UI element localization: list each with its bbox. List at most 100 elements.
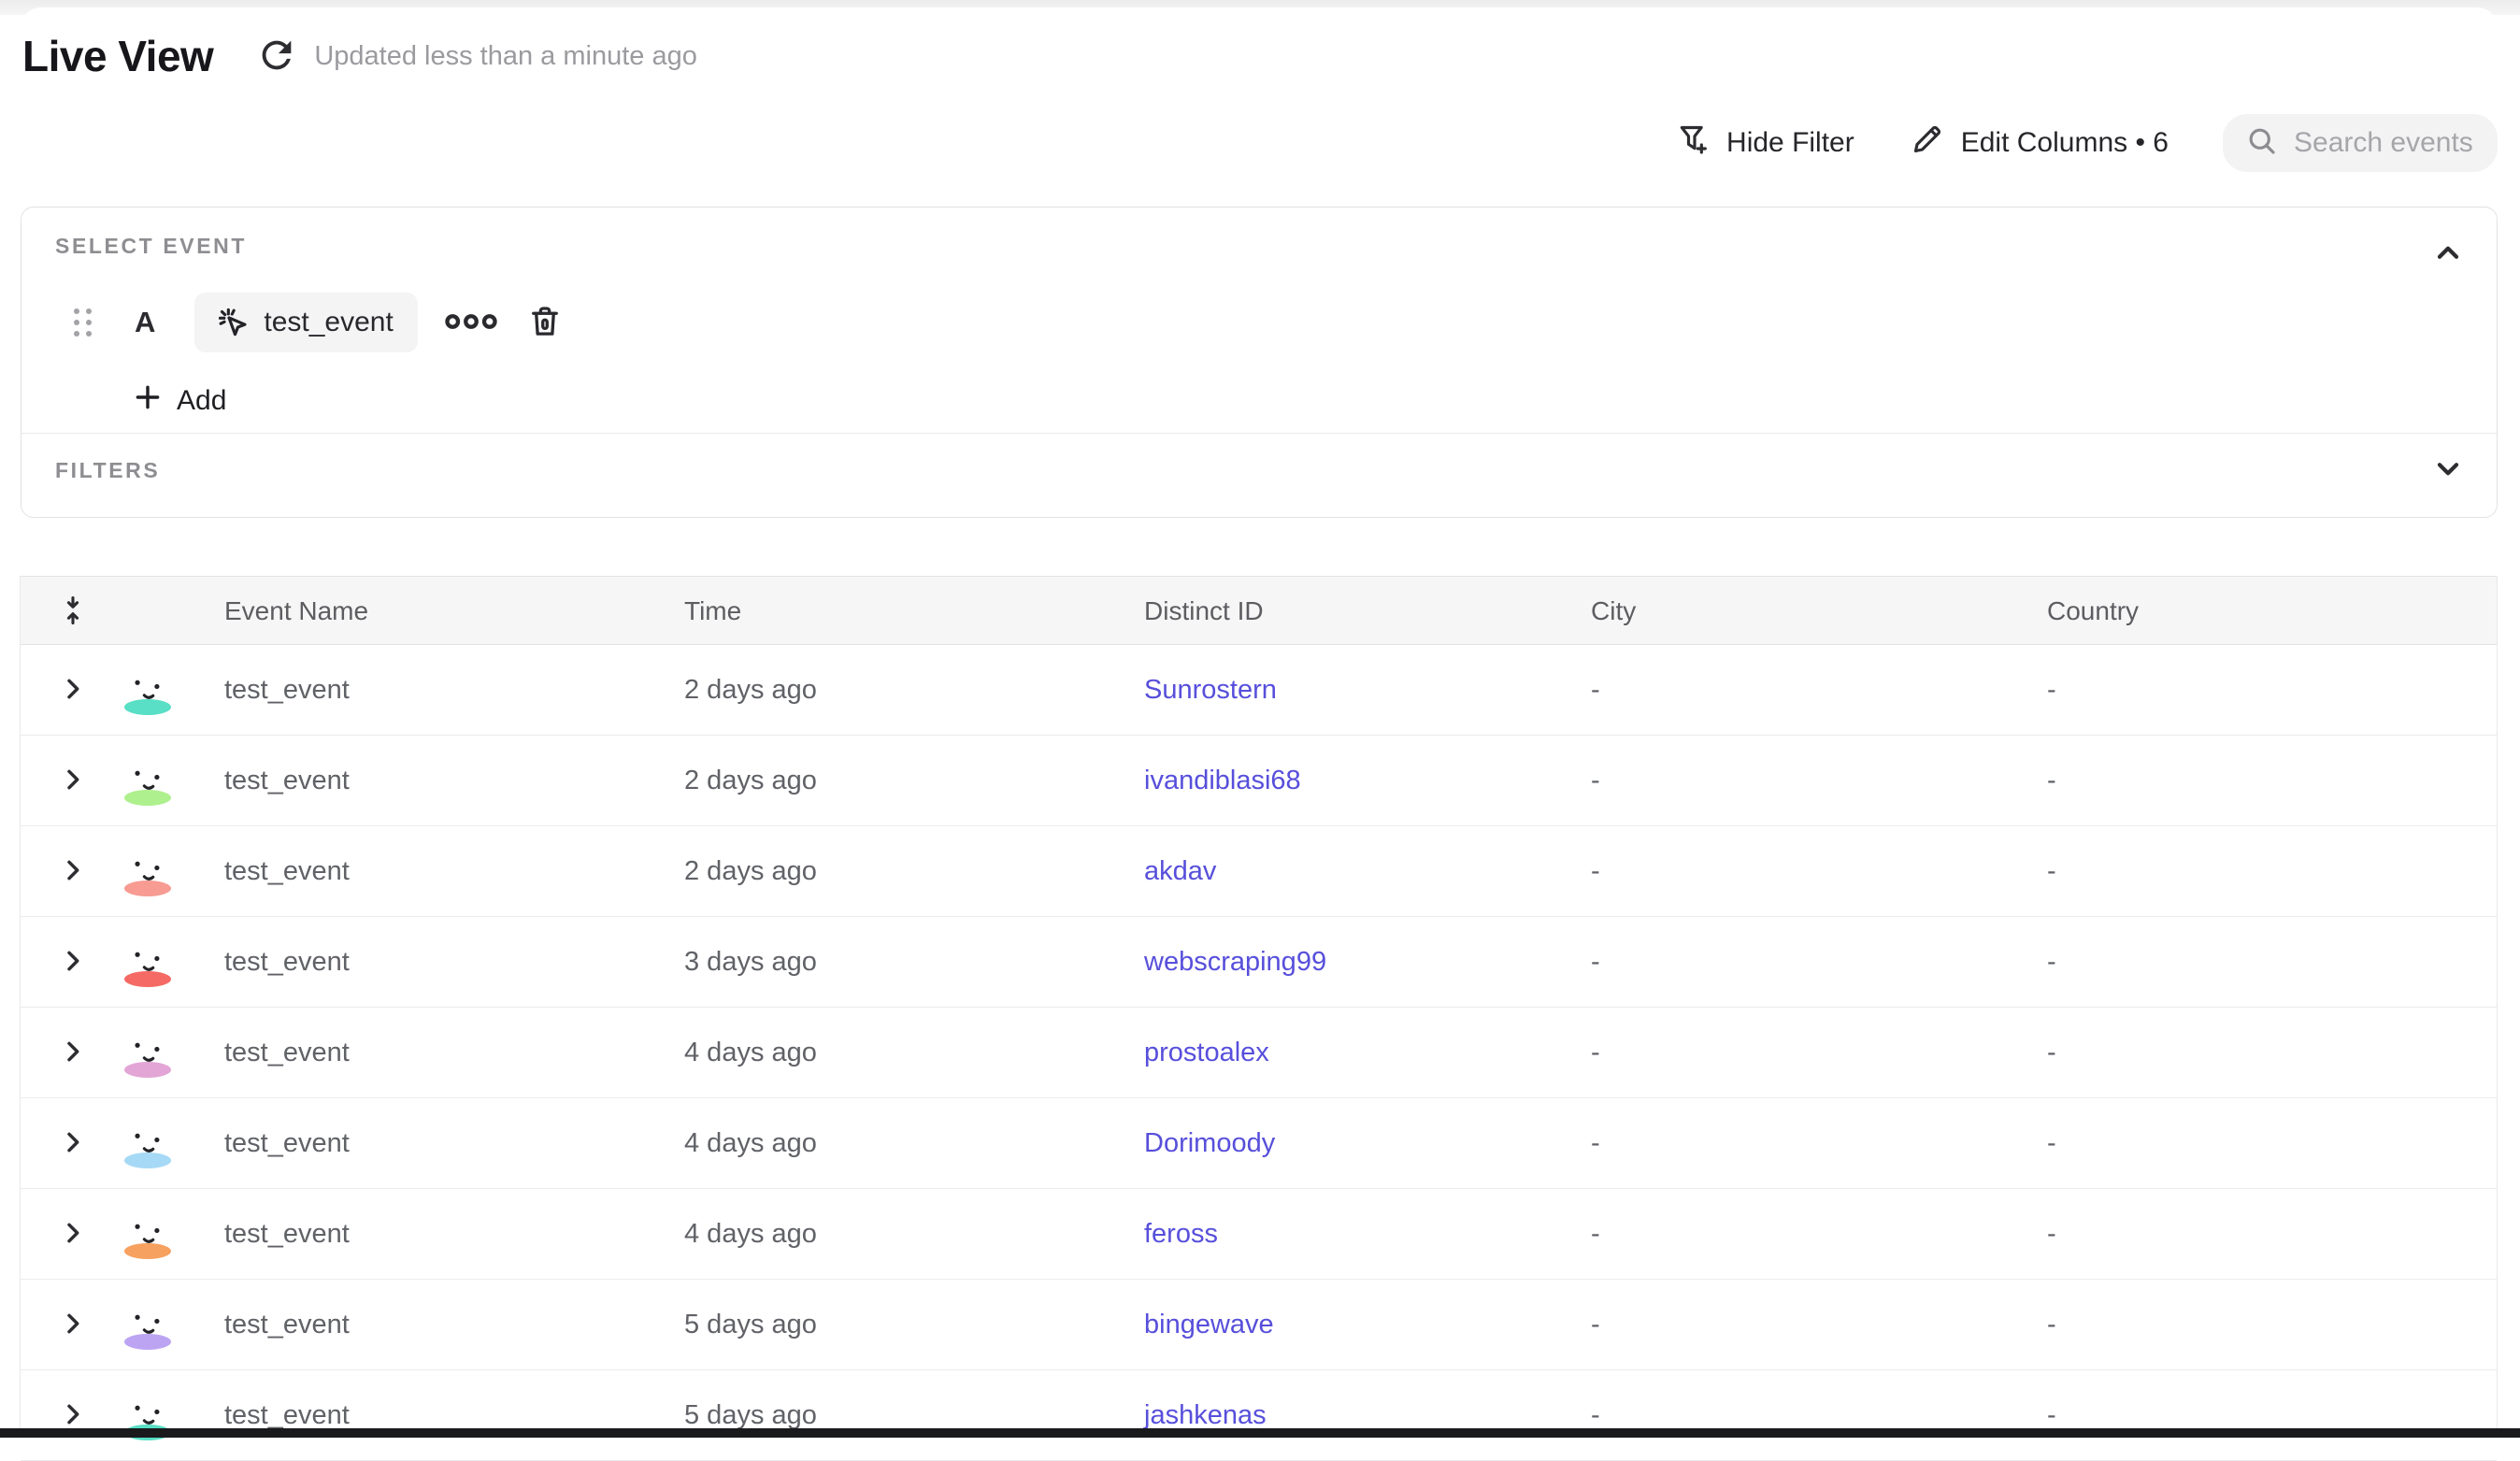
chevron-right-icon: [58, 1037, 88, 1069]
city-cell: -: [1591, 1219, 2047, 1250]
column-time: Time: [684, 596, 1144, 626]
search-box[interactable]: [2223, 114, 2498, 172]
country-cell: -: [2047, 1219, 2497, 1250]
expand-row-button[interactable]: [21, 1370, 124, 1460]
city-cell: -: [1591, 766, 2047, 796]
table-row[interactable]: test_event 3 days ago webscraping99 - -: [21, 917, 2497, 1008]
country-cell: -: [2047, 1128, 2497, 1159]
event-name-cell: test_event: [224, 1400, 684, 1431]
live-view-page: Live View Updated less than a minute ago…: [21, 7, 2498, 1438]
event-selector-pill[interactable]: test_event: [194, 293, 417, 352]
table-row[interactable]: test_event 4 days ago Dorimoody - -: [21, 1098, 2497, 1189]
avatar[interactable]: [124, 1243, 171, 1259]
event-name-cell: test_event: [224, 1038, 684, 1068]
trash-icon: [525, 302, 565, 344]
avatar[interactable]: [124, 790, 171, 806]
table-row[interactable]: test_event 2 days ago akdav - -: [21, 826, 2497, 917]
title-row: Live View Updated less than a minute ago: [22, 30, 697, 82]
expand-row-button[interactable]: [21, 1008, 124, 1097]
search-input[interactable]: [2294, 127, 2479, 159]
city-cell: -: [1591, 1400, 2047, 1431]
distinct-id-link[interactable]: jashkenas: [1144, 1400, 1267, 1430]
avatar[interactable]: [124, 1334, 171, 1350]
event-name-cell: test_event: [224, 766, 684, 796]
hide-filter-button[interactable]: Hide Filter: [1674, 121, 1854, 165]
plus-icon: [132, 381, 164, 421]
distinct-id-link[interactable]: webscraping99: [1144, 947, 1326, 977]
filters-label: FILTERS: [55, 458, 160, 483]
series-letter: A: [135, 306, 155, 339]
edit-columns-button[interactable]: Edit Columns • 6: [1909, 121, 2169, 165]
refresh-button[interactable]: [254, 34, 299, 79]
expand-row-button[interactable]: [21, 826, 124, 916]
country-cell: -: [2047, 1400, 2497, 1431]
expand-row-button[interactable]: [21, 736, 124, 825]
add-label: Add: [177, 385, 226, 417]
avatar-cell: [124, 1027, 224, 1079]
table-row[interactable]: test_event 4 days ago feross - -: [21, 1189, 2497, 1280]
time-cell: 5 days ago: [684, 1400, 1144, 1431]
distinct-id-link[interactable]: Sunrostern: [1144, 675, 1277, 705]
expand-row-button[interactable]: [21, 917, 124, 1007]
distinct-id-link[interactable]: akdav: [1144, 856, 1216, 886]
expand-row-button[interactable]: [21, 1280, 124, 1369]
avatar-cell: [124, 755, 224, 807]
table-header: Event Name Time Distinct ID City Country: [21, 576, 2497, 645]
table-row[interactable]: test_event 5 days ago jashkenas - -: [21, 1370, 2497, 1461]
add-event-button[interactable]: Add: [132, 378, 226, 424]
refresh-icon: [255, 34, 298, 79]
select-event-label: SELECT EVENT: [55, 234, 247, 259]
updated-status: Updated less than a minute ago: [314, 41, 697, 72]
table-row[interactable]: test_event 2 days ago Sunrostern - -: [21, 645, 2497, 736]
time-cell: 4 days ago: [684, 1219, 1144, 1250]
avatar-cell: [124, 1118, 224, 1169]
query-builder-card: SELECT EVENT A test_event: [21, 207, 2498, 518]
city-cell: -: [1591, 856, 2047, 887]
avatar[interactable]: [124, 1062, 171, 1078]
expand-row-button[interactable]: [21, 1098, 124, 1188]
collapse-select-event-button[interactable]: [2427, 234, 2469, 275]
column-event-name: Event Name: [224, 596, 684, 626]
expand-row-button[interactable]: [21, 1189, 124, 1279]
toolbar: Hide Filter Edit Columns • 6: [1674, 113, 2498, 173]
search-icon: [2245, 124, 2279, 163]
expand-row-button[interactable]: [21, 645, 124, 735]
table-row[interactable]: test_event 5 days ago bingewave - -: [21, 1280, 2497, 1370]
hide-filter-label: Hide Filter: [1726, 127, 1854, 159]
pencil-icon: [1909, 121, 1946, 165]
distinct-id-link[interactable]: bingewave: [1144, 1310, 1274, 1339]
avatar[interactable]: [124, 1153, 171, 1168]
time-cell: 5 days ago: [684, 1310, 1144, 1340]
expand-filters-button[interactable]: [2427, 449, 2469, 490]
avatar[interactable]: [124, 881, 171, 896]
delete-event-button[interactable]: [523, 300, 567, 345]
time-cell: 2 days ago: [684, 856, 1144, 887]
collapse-all-rows-button[interactable]: [21, 577, 124, 646]
country-cell: -: [2047, 766, 2497, 796]
event-pill-label: test_event: [264, 307, 393, 338]
distinct-id-link[interactable]: ivandiblasi68: [1144, 766, 1301, 795]
avatar-cell: [124, 846, 224, 897]
country-cell: -: [2047, 947, 2497, 978]
city-cell: -: [1591, 1038, 2047, 1068]
filter-plus-icon: [1674, 121, 1711, 165]
city-cell: -: [1591, 947, 2047, 978]
distinct-id-link[interactable]: feross: [1144, 1219, 1218, 1249]
distinct-id-link[interactable]: prostoalex: [1144, 1038, 1269, 1067]
avatar[interactable]: [124, 971, 171, 987]
avatar-cell: [124, 665, 224, 716]
chevron-up-icon: [2431, 236, 2465, 273]
chevron-down-icon: [2431, 451, 2465, 488]
city-cell: -: [1591, 1310, 2047, 1340]
drag-handle[interactable]: [74, 308, 92, 337]
avatar[interactable]: [124, 699, 171, 715]
table-row[interactable]: test_event 4 days ago prostoalex - -: [21, 1008, 2497, 1098]
table-row[interactable]: test_event 2 days ago ivandiblasi68 - -: [21, 736, 2497, 826]
city-cell: -: [1591, 1128, 2047, 1159]
distinct-id-link[interactable]: Dorimoody: [1144, 1128, 1275, 1158]
chevron-right-icon: [58, 765, 88, 797]
event-name-cell: test_event: [224, 1219, 684, 1250]
event-name-cell: test_event: [224, 1310, 684, 1340]
event-more-options-button[interactable]: [444, 302, 498, 343]
event-name-cell: test_event: [224, 856, 684, 887]
